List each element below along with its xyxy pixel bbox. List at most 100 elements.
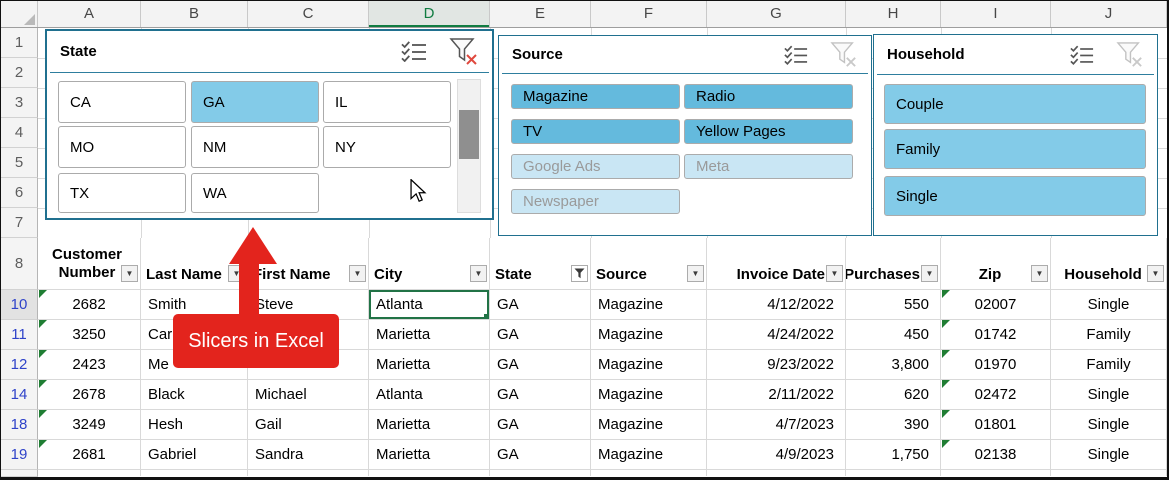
- cell-zip[interactable]: 01742: [941, 320, 1051, 350]
- multi-select-icon[interactable]: [1070, 45, 1094, 65]
- fill-handle[interactable]: [484, 314, 489, 319]
- slicer-item-nm[interactable]: NM: [191, 126, 319, 168]
- col-header-A[interactable]: A: [38, 1, 141, 27]
- row-header-3[interactable]: 3: [1, 88, 38, 118]
- cell-state[interactable]: GA: [490, 410, 591, 440]
- filter-dropdown-button[interactable]: ▼: [826, 265, 843, 282]
- cell-invoice-date[interactable]: 4/9/2023: [707, 440, 846, 470]
- filter-dropdown-button[interactable]: ▼: [1031, 265, 1048, 282]
- cell-customer-number[interactable]: 3250: [38, 320, 141, 350]
- row-header-4[interactable]: 4: [1, 118, 38, 148]
- cell-state[interactable]: GA: [490, 380, 591, 410]
- cell-purchases[interactable]: 3,800: [846, 350, 941, 380]
- cell-household[interactable]: Single: [1051, 380, 1167, 410]
- cell-zip[interactable]: 01801: [941, 410, 1051, 440]
- cell-city[interactable]: Marietta: [369, 350, 490, 380]
- col-header-I[interactable]: I: [941, 1, 1051, 27]
- filter-dropdown-button[interactable]: ▼: [1147, 265, 1164, 282]
- th-city[interactable]: City ▼: [369, 238, 490, 290]
- cell-first-name[interactable]: Michael: [248, 380, 369, 410]
- cell-city[interactable]: Marietta: [369, 320, 490, 350]
- cell-purchases[interactable]: 620: [846, 380, 941, 410]
- cell-city[interactable]: Marietta: [369, 440, 490, 470]
- th-state[interactable]: State: [490, 238, 591, 290]
- cell-last-name[interactable]: Black: [141, 380, 248, 410]
- slicer-item-ny[interactable]: NY: [323, 126, 451, 168]
- col-header-H[interactable]: H: [846, 1, 941, 27]
- callout-box[interactable]: Slicers in Excel: [173, 314, 339, 368]
- cell-zip[interactable]: 02472: [941, 380, 1051, 410]
- cell-purchases[interactable]: 1,750: [846, 440, 941, 470]
- cell-state[interactable]: GA: [490, 290, 591, 320]
- slicer-item-newspaper[interactable]: Newspaper: [511, 189, 680, 214]
- slicer-item-wa[interactable]: WA: [191, 173, 319, 213]
- cell-state[interactable]: GA: [490, 440, 591, 470]
- row-header-2[interactable]: 2: [1, 58, 38, 88]
- cell-source[interactable]: Magazine: [591, 380, 707, 410]
- slicer-scrollbar[interactable]: [457, 79, 481, 213]
- cell-household[interactable]: Single: [1051, 410, 1167, 440]
- cell-last-name[interactable]: Hesh: [141, 410, 248, 440]
- slicer-item-tx[interactable]: TX: [58, 173, 186, 213]
- th-source[interactable]: Source ▼: [591, 238, 707, 290]
- th-invoice-date[interactable]: Invoice Date ▼: [707, 238, 846, 290]
- cell-invoice-date[interactable]: 4/12/2022: [707, 290, 846, 320]
- slicer-item-family[interactable]: Family: [884, 129, 1146, 169]
- col-header-E[interactable]: E: [490, 1, 591, 27]
- cell-zip[interactable]: 02138: [941, 440, 1051, 470]
- row-header-19[interactable]: 19: [1, 440, 38, 470]
- row-header-12[interactable]: 12: [1, 350, 38, 380]
- filter-dropdown-button[interactable]: ▼: [921, 265, 938, 282]
- th-customer-number[interactable]: Customer Number ▼: [38, 238, 141, 290]
- cell-invoice-date[interactable]: 9/23/2022: [707, 350, 846, 380]
- cell-zip[interactable]: 02007: [941, 290, 1051, 320]
- slicer-item-ca[interactable]: CA: [58, 81, 186, 123]
- slicer-item-il[interactable]: IL: [323, 81, 451, 123]
- row-header-10[interactable]: 10: [1, 290, 38, 320]
- cell-source[interactable]: Magazine: [591, 440, 707, 470]
- th-purchases[interactable]: Purchases ▼: [846, 238, 941, 290]
- slicer-item-meta[interactable]: Meta: [684, 154, 853, 179]
- cell-customer-number[interactable]: 2423: [38, 350, 141, 380]
- slicer-item-tv[interactable]: TV: [511, 119, 680, 144]
- cell-state[interactable]: GA: [490, 320, 591, 350]
- clear-filter-icon[interactable]: [449, 37, 479, 66]
- select-all-button[interactable]: [1, 1, 38, 27]
- callout-arrow-shaft[interactable]: [239, 259, 259, 317]
- cell-zip[interactable]: 01970: [941, 350, 1051, 380]
- household-slicer[interactable]: Household Couple Family Single: [873, 34, 1158, 236]
- slicer-item-yellow-pages[interactable]: Yellow Pages: [684, 119, 853, 144]
- cell-household[interactable]: Family: [1051, 350, 1167, 380]
- slicer-item-couple[interactable]: Couple: [884, 84, 1146, 124]
- col-header-C[interactable]: C: [248, 1, 369, 27]
- cell-household[interactable]: Family: [1051, 320, 1167, 350]
- filter-dropdown-button[interactable]: ▼: [687, 265, 704, 282]
- th-household[interactable]: Household ▼: [1051, 238, 1167, 290]
- cell-invoice-date[interactable]: 4/24/2022: [707, 320, 846, 350]
- row-header-1[interactable]: 1: [1, 28, 38, 58]
- cell-source[interactable]: Magazine: [591, 350, 707, 380]
- col-header-J[interactable]: J: [1051, 1, 1167, 27]
- cell-household[interactable]: Single: [1051, 440, 1167, 470]
- cell-source[interactable]: Magazine: [591, 410, 707, 440]
- cell-customer-number[interactable]: 3249: [38, 410, 141, 440]
- cell-first-name[interactable]: Gail: [248, 410, 369, 440]
- slicer-item-mo[interactable]: MO: [58, 126, 186, 168]
- row-header-6[interactable]: 6: [1, 178, 38, 208]
- cell-household[interactable]: Single: [1051, 290, 1167, 320]
- row-header-14[interactable]: 14: [1, 380, 38, 410]
- filter-dropdown-button[interactable]: ▼: [349, 265, 366, 282]
- slicer-item-radio[interactable]: Radio: [684, 84, 853, 109]
- cell-first-name[interactable]: Sandra: [248, 440, 369, 470]
- slicer-item-single[interactable]: Single: [884, 176, 1146, 216]
- selected-cell-city[interactable]: Atlanta: [369, 290, 490, 320]
- source-slicer[interactable]: Source Magazine Radio TV Yellow Pages Go…: [498, 35, 872, 236]
- slicer-item-google-ads[interactable]: Google Ads: [511, 154, 680, 179]
- row-header-5[interactable]: 5: [1, 148, 38, 178]
- slicer-item-magazine[interactable]: Magazine: [511, 84, 680, 109]
- row-header-11[interactable]: 11: [1, 320, 38, 350]
- col-header-D[interactable]: D: [369, 1, 490, 27]
- slicer-item-ga[interactable]: GA: [191, 81, 319, 123]
- filter-dropdown-button[interactable]: ▼: [121, 265, 138, 282]
- cell-city[interactable]: Marietta: [369, 410, 490, 440]
